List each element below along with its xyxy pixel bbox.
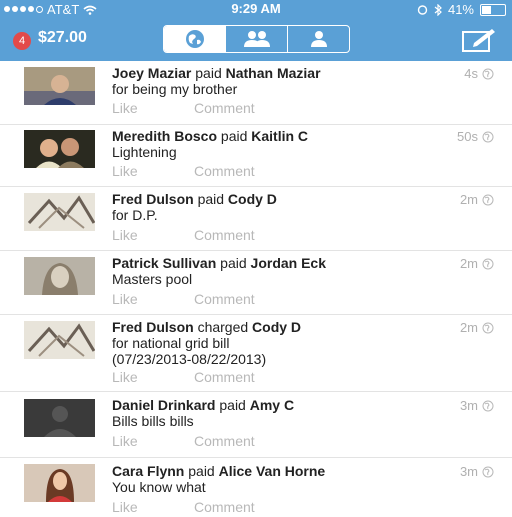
feed-item[interactable]: Joey Maziar paid Nathan Maziar for being… [0, 61, 512, 125]
comment-button[interactable]: Comment [194, 499, 255, 515]
compose-icon[interactable] [462, 28, 496, 52]
feed-item[interactable]: Fred Dulson paid Cody D for D.P. Like Co… [0, 186, 512, 251]
avatar [24, 193, 95, 231]
feed-item[interactable]: Meredith Bosco paid Kaitlin C Lightening… [0, 124, 512, 187]
transaction-verb: paid [195, 65, 222, 81]
like-button[interactable]: Like [112, 433, 194, 449]
payer-name[interactable]: Daniel Drinkard [112, 397, 215, 413]
like-button[interactable]: Like [112, 499, 194, 515]
person-icon [310, 31, 327, 47]
payment-note: for national grid bill [112, 335, 230, 351]
avatar [24, 67, 95, 105]
timestamp: 4s [464, 66, 478, 81]
like-button[interactable]: Like [112, 163, 194, 179]
payment-note: Masters pool [112, 271, 193, 287]
comment-button[interactable]: Comment [194, 433, 255, 449]
like-button[interactable]: Like [112, 369, 194, 385]
top-bar: 4 $27.00 [0, 18, 512, 61]
like-button[interactable]: Like [112, 100, 194, 116]
payment-note: for D.P. [112, 207, 158, 223]
transaction-verb: paid [197, 191, 225, 207]
payee-name[interactable]: Cody D [228, 191, 277, 207]
transaction-verb: paid [220, 255, 247, 271]
feed-item[interactable]: Daniel Drinkard paid Amy C Bills bills b… [0, 391, 512, 458]
payee-name[interactable]: Kaitlin C [251, 128, 308, 144]
comment-button[interactable]: Comment [194, 291, 255, 307]
timestamp: 3m [459, 398, 478, 413]
feed-item[interactable]: Cara Flynn paid Alice Van Horne You know… [0, 457, 512, 517]
avatar [24, 321, 95, 359]
tab-personal[interactable] [288, 26, 349, 52]
globe-icon [482, 131, 494, 142]
payer-name[interactable]: Fred Dulson [112, 319, 194, 335]
globe-icon [482, 68, 494, 79]
payee-name[interactable]: Jordan Eck [251, 255, 326, 271]
like-button[interactable]: Like [112, 227, 194, 243]
friends-icon [243, 31, 270, 47]
payer-name[interactable]: Meredith Bosco [112, 128, 217, 144]
payee-name[interactable]: Cody D [252, 319, 301, 335]
payment-note: for being my brother [112, 81, 238, 97]
battery-percent: 41% [447, 2, 474, 17]
avatar [24, 399, 95, 437]
like-button[interactable]: Like [112, 291, 194, 307]
feed-item[interactable]: Patrick Sullivan paid Jordan Eck Masters… [0, 250, 512, 315]
feed-filter-tabs [163, 25, 350, 53]
comment-button[interactable]: Comment [194, 100, 255, 116]
globe-icon [482, 466, 494, 477]
timestamp: 2m [459, 320, 478, 335]
timestamp: 2m [459, 256, 478, 271]
timestamp: 2m [459, 192, 478, 207]
timestamp: 3m [459, 464, 478, 479]
transaction-verb: paid [219, 397, 246, 413]
payment-note: Lightening [112, 144, 177, 160]
payer-name[interactable]: Cara Flynn [112, 463, 184, 479]
payment-note: You know what [112, 479, 206, 495]
globe-icon [482, 194, 494, 205]
payment-note-date-range: (07/23/2013-08/22/2013) [112, 351, 267, 367]
avatar [24, 130, 95, 168]
comment-button[interactable]: Comment [194, 163, 255, 179]
payee-name[interactable]: Nathan Maziar [226, 65, 321, 81]
payment-note: Bills bills bills [112, 413, 194, 429]
payer-name[interactable]: Patrick Sullivan [112, 255, 216, 271]
transaction-verb: paid [188, 463, 215, 479]
globe-icon [185, 30, 204, 48]
feed-item[interactable]: Fred Dulson charged Cody D for national … [0, 314, 512, 392]
globe-icon [482, 400, 494, 411]
transaction-verb: charged [197, 319, 249, 335]
timestamp: 50s [457, 129, 478, 144]
transaction-verb: paid [220, 128, 248, 144]
alarm-icon [417, 5, 428, 15]
tab-friends[interactable] [226, 26, 288, 52]
balance-label[interactable]: $27.00 [38, 29, 87, 47]
payer-name[interactable]: Fred Dulson [112, 191, 194, 207]
comment-button[interactable]: Comment [194, 369, 255, 385]
globe-icon [482, 322, 494, 333]
payer-name[interactable]: Joey Maziar [112, 65, 191, 81]
status-bar: AT&T 9:29 AM 41% [0, 0, 512, 18]
payee-name[interactable]: Amy C [250, 397, 294, 413]
payee-name[interactable]: Alice Van Horne [219, 463, 326, 479]
tab-public[interactable] [164, 26, 226, 52]
avatar [24, 464, 95, 502]
status-right: 41% [417, 2, 506, 17]
comment-button[interactable]: Comment [194, 227, 255, 243]
bluetooth-icon [434, 3, 442, 16]
battery-icon [480, 3, 506, 16]
avatar [24, 257, 95, 295]
globe-icon [482, 258, 494, 269]
notification-badge[interactable]: 4 [13, 32, 31, 50]
